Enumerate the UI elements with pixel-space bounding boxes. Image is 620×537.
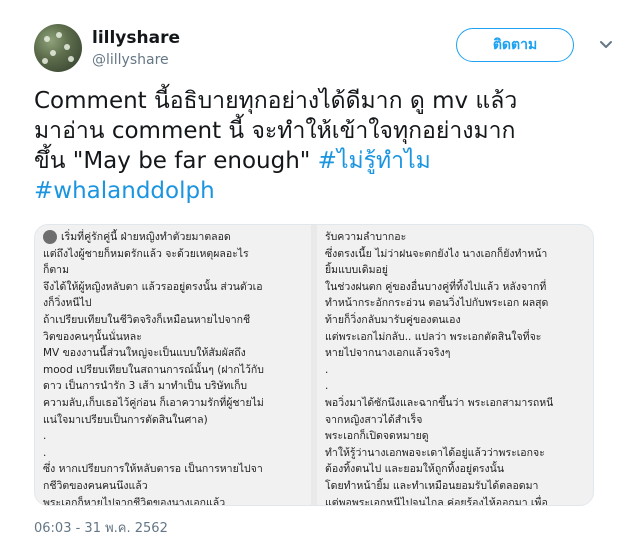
image-text-line: จึงได้ให้ผู้หญิงหลับตา แล้วรออยู่ตรงนั้น… (43, 280, 263, 293)
hashtag-link[interactable]: #ไม่รู้ทำไม (318, 148, 431, 174)
hashtag-link[interactable]: #whalanddolph (34, 178, 215, 204)
image-text-line: แต่พระเอกไม่กลับ.. แปลว่า พระเอกตัดสินใจ… (325, 330, 542, 343)
image-text-line: ต้องทิ้งตนไป และยอมให้ถูกทิ้งอยู่ตรงนั้น (325, 463, 505, 476)
tweet-header: lillyshare @lillyshare ติดตาม (30, 22, 612, 76)
image-text-line: ในช่วงฝนตก คู่ของอื่นบางคู่ที่ทิ้งไปแล้ว… (325, 280, 547, 293)
image-text-line: งก็วิ่งหนีไป (43, 297, 92, 310)
image-text-line: . (43, 446, 47, 459)
image-text-line: ท้ายก็วิ่งกลับมารับคู่ของตนเอง (325, 313, 461, 326)
image-text-line: วิตของคนๆนั้นนั่นหละ (43, 330, 142, 343)
image-text-line: ซึ่ง หากเปรียบการให้หลับตารอ เป็นการหายไ… (43, 463, 263, 476)
image-text-line: mood เปรียบเทียบในสถานการณ์นั้นๆ (ฝากไว้… (43, 363, 264, 376)
image-text-line: หายไปจากนางเอกแล้วจริงๆ (325, 347, 451, 360)
image-text-line: . (325, 380, 329, 393)
image-text-line: เริ่มที่คู่รักคู่นี้ ฝ่ายหญิงทำตัวยมาตลอ… (61, 231, 231, 243)
avatar[interactable] (34, 24, 82, 72)
image-text-line: พระเอกก็หายไปจากชีวิตของนางเอกแล้ว (43, 496, 226, 506)
image-text-line: ยิ้มแบบเดิมอยู่ (325, 264, 388, 277)
user-name[interactable]: lillyshare (92, 28, 180, 48)
image-panel-left: เริ่มที่คู่รักคู่นี้ ฝ่ายหญิงทำตัวยมาตลอ… (35, 225, 311, 506)
tweet-line: Comment นี้อธิบายทุกอย่างได้ดีมาก ดู mv … (34, 88, 518, 114)
image-text-line: ทำหน้ากระอักกระอ่วน ตอนวิ่งไปกับพระเอก ผ… (325, 297, 549, 310)
commenter-avatar (43, 230, 57, 244)
image-text-line: แน่ใจมาเปรียบเป็นการตัดสินในศาล) (43, 413, 208, 426)
image-text-line: ดาว เป็นการนำรัก 3 เส้า มาทำเป็น บริษัทเ… (43, 380, 248, 393)
image-text-line: . (325, 363, 329, 376)
tweet-text: Comment นี้อธิบายทุกอย่างได้ดีมาก ดู mv … (34, 86, 594, 206)
image-text-line: พอวิ่งมาได้ซักนึงและฉากขึ้นว่า พระเอกสาม… (325, 396, 554, 409)
tweet-line: ขึ้น "May be far enough" #ไม่รู้ทำไม (34, 146, 594, 176)
user-handle[interactable]: @lillyshare (92, 52, 169, 68)
image-text-line: โดยทำหน้ายิ้ม และทำเหมือนยอมรับได้ตลอดมา (325, 479, 539, 492)
image-text-line: ทำให้รู้ว่านางเอกพอจะเดาได้อยู่แล้วว่าพร… (325, 446, 545, 459)
tweet-timestamp[interactable]: 06:03 - 31 พ.ค. 2562 (34, 517, 168, 537)
image-text-line: รับความลำบากอะ (325, 231, 407, 243)
chevron-down-icon[interactable] (598, 36, 614, 52)
image-text-line: ความลับ,เก็บเธอไว้คู่ก่อน ก็เอาความรักที… (43, 396, 264, 409)
image-text-line: แต่ถึงไงผู้ชายก็หมดรักแล้ว จะด้วยเหตุผลอ… (43, 247, 249, 260)
tweet-line: มาอ่าน comment นี้ จะทำให้เข้าใจทุกอย่าง… (34, 118, 516, 144)
image-text-line: แต่พอพระเอกหนีไปจนไกล ค่อยร้องไห้ออกมา เ… (325, 496, 548, 506)
image-text-line: . (43, 430, 47, 443)
image-text-line: พระเอกก็เปิดจดหมายดู (325, 430, 429, 443)
image-text-line: ถ้าเปรียบเทียบในชีวิตจริงก็เหมือนหายไปจา… (43, 313, 251, 326)
follow-button[interactable]: ติดตาม (456, 28, 574, 62)
tweet-image[interactable]: เริ่มที่คู่รักคู่นี้ ฝ่ายหญิงทำตัวยมาตลอ… (34, 224, 594, 506)
image-panel-right: รับความลำบากอะซึ่งตรงเนี้ย ไม่ว่าฝนจะตกย… (317, 225, 593, 506)
image-text-line: จากหญิงสาวได้สำเร็จ (325, 413, 423, 426)
image-text-line: ก็ตาม (43, 264, 69, 277)
image-text-row: เริ่มที่คู่รักคู่นี้ ฝ่ายหญิงทำตัวยมาตลอ… (43, 229, 303, 246)
tweet-line: #whalanddolph (34, 176, 594, 206)
image-text-line: MV ของงานนี้ส่วนใหญ่จะเป็นแบบให้สัมผัสถึ… (43, 347, 246, 360)
image-text-line: ซึ่งตรงเนี้ย ไม่ว่าฝนจะตกยังไง นางเอกก็ย… (325, 247, 548, 260)
image-text-line: กชีวิตของคนคนนึงแล้ว (43, 479, 148, 492)
tweet-line-text: ขึ้น "May be far enough" (34, 148, 318, 174)
